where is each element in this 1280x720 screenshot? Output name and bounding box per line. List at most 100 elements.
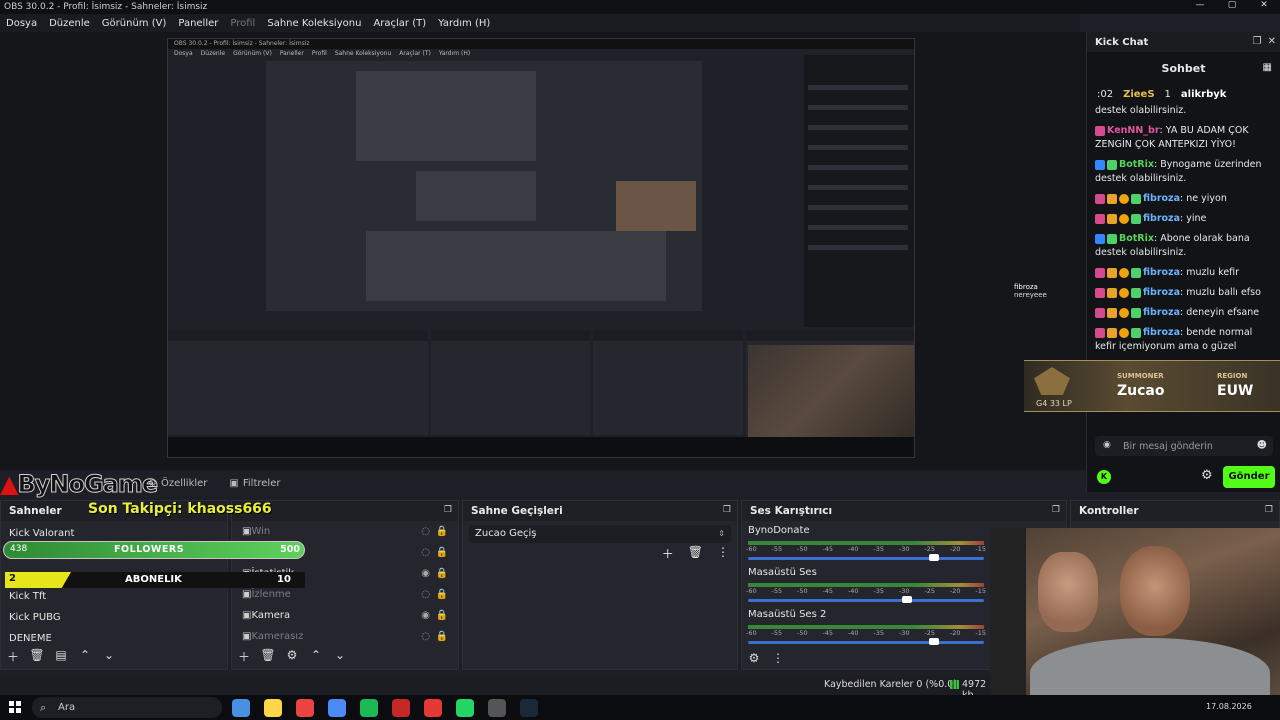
taskbar-app-icon[interactable] (424, 699, 442, 717)
chat-message-list[interactable]: destek olabilirsiniz. KenNN_br: YA BU AD… (1087, 104, 1280, 404)
badge-icon (1119, 213, 1129, 224)
eye-hidden-icon[interactable]: ◌ (421, 589, 430, 600)
remove-scene-button[interactable]: 🗑 (29, 648, 45, 665)
taskbar-search[interactable]: ⌕ Ara (32, 697, 222, 718)
close-icon[interactable]: ✕ (1268, 36, 1276, 47)
chat-username[interactable]: fibroza (1143, 213, 1180, 224)
menu-bar: Dosya Düzenle Görünüm (V) Paneller Profi… (0, 14, 1080, 32)
eye-hidden-icon[interactable]: ◌ (421, 631, 430, 642)
chat-username[interactable]: KenNN_br (1107, 125, 1160, 136)
chat-input[interactable]: ◉ Bir mesaj gönderin ☻ (1095, 436, 1273, 456)
taskbar-app-icon[interactable] (456, 699, 474, 717)
taskbar-app-icon[interactable] (520, 699, 538, 717)
remove-source-button[interactable]: 🗑 (260, 648, 276, 665)
menu-help[interactable]: Yardım (H) (438, 18, 490, 29)
windows-start-icon[interactable] (9, 701, 21, 713)
menu-edit[interactable]: Düzenle (49, 18, 90, 29)
chat-text: deneyin efsane (1186, 307, 1260, 318)
chat-text: ne yiyon (1186, 193, 1227, 204)
mixer-menu-button[interactable]: ⋮ (770, 651, 786, 665)
scene-item[interactable]: Kick PUBG (1, 607, 227, 628)
lock-icon[interactable]: 🔒 (436, 526, 448, 537)
remove-transition-button[interactable]: 🗑 (688, 545, 703, 562)
taskbar-app-icon[interactable] (264, 699, 282, 717)
lock-icon[interactable]: 🔒 (436, 610, 448, 621)
undock-icon[interactable]: ❐ (1253, 36, 1262, 47)
taskbar-app-icon[interactable] (328, 699, 346, 717)
volume-slider[interactable] (748, 641, 984, 644)
add-transition-button[interactable]: ＋ (662, 545, 674, 562)
source-settings-button[interactable]: ⚙ (284, 648, 300, 665)
users-icon[interactable]: ▦ (1263, 62, 1272, 73)
scene-item[interactable]: Kick Tft (1, 586, 227, 607)
undock-icon[interactable]: ❐ (1052, 505, 1060, 515)
menu-docks[interactable]: Paneller (178, 18, 218, 29)
lock-icon[interactable]: 🔒 (436, 568, 448, 579)
lock-icon[interactable]: 🔒 (436, 631, 448, 642)
move-up-button[interactable]: ⌃ (77, 648, 93, 665)
window-title: OBS 30.0.2 - Profil: İsimsiz - Sahneler:… (4, 2, 208, 12)
chat-tab[interactable]: Sohbet ▦ (1087, 52, 1280, 84)
source-item[interactable]: ▣ Kamerasız ◌ 🔒 (232, 626, 458, 647)
nested-block (416, 171, 536, 221)
nested-dock (168, 331, 428, 435)
source-type-icon: ▣ (242, 589, 252, 600)
move-down-button[interactable]: ⌄ (332, 648, 348, 665)
eye-hidden-icon[interactable]: ◌ (421, 526, 430, 537)
undock-icon[interactable]: ❐ (444, 505, 452, 515)
eye-icon[interactable]: ◉ (421, 610, 430, 621)
chat-username[interactable]: fibroza (1143, 287, 1180, 298)
add-scene-button[interactable]: ＋ (5, 648, 21, 665)
filters-button[interactable]: ▣ Filtreler (221, 474, 288, 492)
taskbar-app-icon[interactable] (296, 699, 314, 717)
properties-button[interactable]: ⚙ Özellikler (140, 474, 215, 492)
chat-username[interactable]: fibroza (1143, 327, 1180, 338)
move-down-button[interactable]: ⌄ (101, 648, 117, 665)
emoji-icon[interactable]: ☻ (1257, 440, 1267, 451)
taskbar-app-icon[interactable] (232, 699, 250, 717)
volume-knob[interactable] (928, 638, 939, 645)
chat-username[interactable]: BotRix (1119, 159, 1154, 170)
source-item[interactable]: ▣ Win ◌ 🔒 (232, 521, 458, 542)
menu-tools[interactable]: Araçlar (T) (373, 18, 426, 29)
taskbar-app-icon[interactable] (488, 699, 506, 717)
maximize-button[interactable]: ▢ (1216, 0, 1248, 10)
transition-select[interactable]: Zucao Geçiş ⇕ (469, 525, 731, 543)
transitions-header: Sahne Geçişleri ❐ (463, 501, 737, 521)
nested-preview-capture: OBS 30.0.2 - Profil: İsimsiz - Sahneler:… (167, 38, 915, 458)
minimize-button[interactable]: — (1184, 0, 1216, 10)
settings-gear-icon[interactable]: ⚙ (1201, 468, 1213, 483)
add-source-button[interactable]: ＋ (236, 648, 252, 665)
volume-knob[interactable] (901, 596, 912, 603)
move-up-button[interactable]: ⌃ (308, 648, 324, 665)
volume-slider[interactable] (748, 557, 984, 560)
taskbar-app-icon[interactable] (360, 699, 378, 717)
transition-menu-button[interactable]: ⋮ (717, 545, 729, 562)
menu-file[interactable]: Dosya (6, 18, 37, 29)
menu-profile[interactable]: Profil (230, 18, 255, 29)
volume-slider[interactable] (748, 599, 984, 602)
menu-view[interactable]: Görünüm (V) (102, 18, 167, 29)
chat-message: fibroza: muzlu kefir (1095, 266, 1273, 280)
eye-icon[interactable]: ◉ (421, 568, 430, 579)
meter-tick: -25 (924, 629, 936, 637)
send-button[interactable]: Gönder (1223, 466, 1275, 488)
scene-filters-button[interactable]: ▤ (53, 648, 69, 665)
source-item[interactable]: ▣ Kamera ◉ 🔒 (232, 605, 458, 626)
volume-knob[interactable] (928, 554, 939, 561)
scene-item[interactable]: DENEME (1, 628, 227, 649)
lock-icon[interactable]: 🔒 (436, 589, 448, 600)
chat-username[interactable]: fibroza (1143, 267, 1180, 278)
menu-scene-collection[interactable]: Sahne Koleksiyonu (267, 18, 361, 29)
rank-lp: G4 33 LP (1036, 399, 1072, 408)
chat-username[interactable]: BotRix (1119, 233, 1154, 244)
undock-icon[interactable]: ❐ (1265, 505, 1273, 515)
close-button[interactable]: ✕ (1248, 0, 1280, 10)
chat-username[interactable]: fibroza (1143, 193, 1180, 204)
mixer-settings-button[interactable]: ⚙ (746, 651, 762, 665)
chat-username[interactable]: fibroza (1143, 307, 1180, 318)
lock-icon[interactable]: 🔒 (436, 547, 448, 558)
taskbar-app-icon[interactable] (392, 699, 410, 717)
eye-hidden-icon[interactable]: ◌ (421, 547, 430, 558)
undock-icon[interactable]: ❐ (723, 505, 731, 515)
